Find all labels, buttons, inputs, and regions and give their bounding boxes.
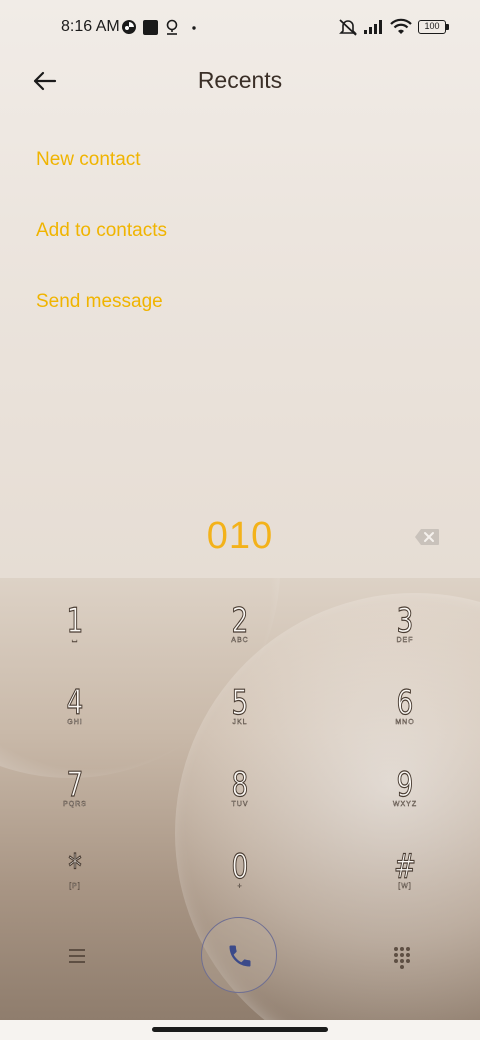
key-digit: 1 <box>66 601 84 641</box>
key-0[interactable]: 0 + <box>190 847 290 919</box>
key-6[interactable]: 6 MNO <box>355 683 455 755</box>
key-star[interactable]: * [P] <box>25 847 125 919</box>
key-2[interactable]: 2 ABC <box>190 601 290 673</box>
key-8[interactable]: 8 TUV <box>190 765 290 837</box>
key-digit: 8 <box>231 765 249 805</box>
key-digit: 4 <box>66 683 84 723</box>
square-notification-icon <box>143 20 158 35</box>
key-digit: # <box>393 847 417 887</box>
send-message-link[interactable]: Send message <box>36 291 163 313</box>
signal-icon <box>364 20 382 34</box>
key-4[interactable]: 4 GHI <box>25 683 125 755</box>
location-icon <box>166 19 178 35</box>
app-notification-icon <box>122 20 136 34</box>
status-bar: 8:16 AM 100 <box>0 0 480 56</box>
menu-icon[interactable] <box>67 947 89 965</box>
key-digit: 7 <box>66 765 84 805</box>
wifi-icon <box>390 18 412 34</box>
key-digit: 3 <box>396 601 414 641</box>
key-digit: 5 <box>231 683 249 723</box>
key-digit: 9 <box>396 765 414 805</box>
battery-icon: 100 <box>418 20 446 34</box>
add-to-contacts-link[interactable]: Add to contacts <box>36 220 167 242</box>
new-contact-link[interactable]: New contact <box>36 149 141 171</box>
key-digit: * <box>68 847 82 887</box>
key-7[interactable]: 7 PQRS <box>25 765 125 837</box>
backspace-icon[interactable] <box>414 528 440 546</box>
key-digit: 6 <box>396 683 414 723</box>
battery-level: 100 <box>424 21 440 31</box>
dialpad-icon[interactable] <box>392 945 412 969</box>
key-digit: 2 <box>231 601 249 641</box>
key-3[interactable]: 3 DEF <box>355 601 455 673</box>
key-5[interactable]: 5 JKL <box>190 683 290 755</box>
key-9[interactable]: 9 WXYZ <box>355 765 455 837</box>
dialed-number: 010 <box>206 515 274 557</box>
key-hash[interactable]: # [W] <box>355 847 455 919</box>
page-title: Recents <box>197 67 283 93</box>
home-indicator[interactable] <box>152 1027 328 1032</box>
status-time: 8:16 AM <box>61 18 120 35</box>
key-digit: 0 <box>231 847 249 887</box>
battery-tip <box>446 24 449 30</box>
more-notifications-icon <box>192 26 196 30</box>
phone-icon <box>229 945 251 967</box>
call-button[interactable] <box>201 917 277 993</box>
silent-icon <box>339 19 357 36</box>
key-1[interactable]: 1 ⌴ <box>25 601 125 673</box>
